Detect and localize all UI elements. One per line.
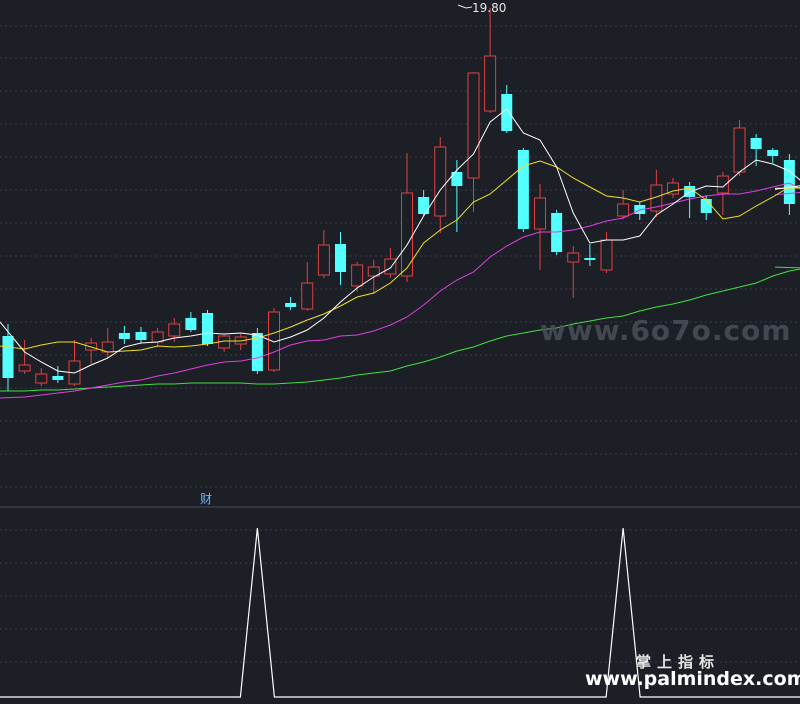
candle-34 [567,246,580,298]
candle-body [534,197,546,230]
candle-body [716,175,729,194]
watermark-site: www.6o7o.com [540,314,792,347]
candle-body [567,252,580,263]
watermark-url: www.palmindex.com [585,668,800,690]
candle-body [467,72,480,179]
candle-9 [151,328,164,347]
candle-27 [451,160,463,232]
candle-body [2,336,14,378]
candle-12 [202,310,213,346]
ma-long-line [0,182,800,399]
candle-body [168,323,181,337]
candle-5 [85,338,98,364]
peak-leader [457,4,473,9]
candle-body [52,376,64,380]
candle-8 [135,327,147,343]
candle-42 [700,195,712,220]
candle-31 [517,148,529,232]
indicator-marker: 财 [200,492,213,506]
candle-body [700,199,712,213]
candle-body [767,150,779,156]
candle-body [434,146,447,217]
candle-19 [317,230,330,278]
candle-body [733,127,746,173]
candle-body [750,138,762,149]
candle-body [18,364,31,372]
candle-4 [68,340,81,386]
candle-29 [484,8,497,113]
candle-body [135,332,147,340]
candle-body [118,333,130,339]
candle-body [384,258,397,275]
candle-body [285,303,297,307]
candle-14 [234,334,247,350]
candle-body [335,244,346,272]
candle-body [301,282,314,310]
candle-46 [767,148,779,163]
candle-body [484,55,497,112]
candle-2 [35,368,48,386]
candle-40 [667,178,679,198]
candle-body [617,203,630,217]
candle-11 [185,312,197,332]
candle-body [202,313,213,344]
candle-body [600,239,613,271]
candle-0 [2,324,14,391]
candle-36 [600,232,613,273]
candle-13 [218,334,231,352]
candle-body [351,264,364,287]
candle-39 [650,170,663,217]
candle-17 [285,297,297,310]
peak-price-label: 19.80 [472,1,507,15]
candle-7 [118,326,130,344]
candle-1 [18,340,31,374]
candle-25 [418,190,430,216]
candle-body [35,373,48,384]
candle-body [783,160,795,204]
candle-6 [101,328,114,358]
candle-28 [467,72,480,212]
candle-18 [301,262,314,311]
candle-body [151,331,164,343]
candle-body [584,258,596,260]
candle-32 [534,184,546,270]
stock-chart [0,4,800,698]
candle-44 [733,120,746,176]
candle-20 [335,232,346,285]
candle-body [185,318,197,330]
candle-35 [584,244,596,266]
candle-body [317,244,330,276]
candle-37 [617,190,630,219]
candle-47 [783,154,795,215]
candle-body [401,192,413,277]
candle-body [517,150,529,229]
candle-body [418,197,430,214]
candle-38 [634,202,646,220]
